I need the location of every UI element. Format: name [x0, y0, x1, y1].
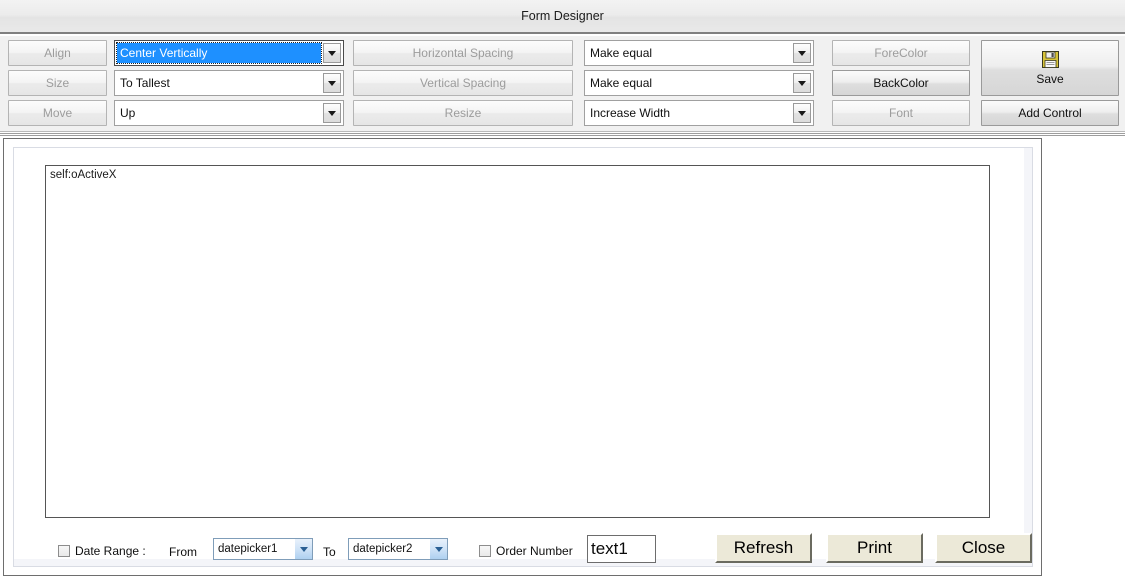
datepicker-from[interactable]: datepicker1: [213, 538, 313, 560]
align-mode-combobox-value: Center Vertically: [116, 42, 322, 64]
order-number-checkbox-label: Order Number: [496, 544, 573, 558]
size-button[interactable]: Size: [8, 70, 107, 96]
order-number-checkbox[interactable]: [479, 545, 491, 557]
vertical-spacing-button[interactable]: Vertical Spacing: [353, 70, 573, 96]
backcolor-button[interactable]: BackColor: [832, 70, 970, 96]
align-mode-combobox[interactable]: Center Vertically: [114, 40, 344, 66]
chevron-down-icon[interactable]: [429, 539, 447, 559]
chevron-down-icon[interactable]: [793, 43, 811, 63]
floppy-disk-save-icon: [1041, 51, 1059, 68]
save-button[interactable]: Save: [981, 40, 1119, 96]
form-controls-strip: Date Range : From datepicker1 To datepic…: [45, 533, 1032, 575]
vertical-spacing-combobox[interactable]: Make equal: [584, 70, 814, 96]
date-range-checkbox[interactable]: [58, 545, 70, 557]
resize-combobox-value: Increase Width: [590, 106, 671, 120]
horizontal-spacing-combobox[interactable]: Make equal: [584, 40, 814, 66]
resize-combobox[interactable]: Increase Width: [584, 100, 814, 126]
print-button[interactable]: Print: [826, 533, 923, 563]
date-range-checkbox-label: Date Range :: [75, 544, 146, 558]
move-button[interactable]: Move: [8, 100, 107, 126]
vertical-spacing-combobox-value: Make equal: [590, 76, 653, 90]
horizontal-spacing-combobox-value: Make equal: [590, 46, 653, 60]
form-surface-right-gutter: [1024, 148, 1032, 566]
date-range-checkbox-row[interactable]: Date Range :: [58, 544, 146, 558]
move-mode-combobox[interactable]: Up: [114, 100, 344, 126]
window-title-bar: Form Designer: [0, 0, 1125, 34]
page-title: Form Designer: [521, 9, 604, 23]
datepicker-to[interactable]: datepicker2: [348, 538, 448, 560]
form-surface[interactable]: self:oActiveX Date Range : From datepick…: [13, 147, 1033, 567]
move-mode-combobox-value: Up: [120, 106, 136, 120]
size-mode-combobox-value: To Tallest: [120, 76, 170, 90]
forecolor-button[interactable]: ForeColor: [832, 40, 970, 66]
chevron-down-icon[interactable]: [793, 103, 811, 123]
from-label: From: [169, 545, 197, 559]
font-button[interactable]: Font: [832, 100, 970, 126]
chevron-down-icon[interactable]: [323, 43, 341, 63]
datepicker-from-value: datepicker1: [218, 543, 278, 555]
order-number-input[interactable]: text1: [587, 535, 656, 563]
add-control-button[interactable]: Add Control: [981, 100, 1119, 126]
activex-control-placeholder[interactable]: self:oActiveX: [45, 165, 990, 518]
refresh-button[interactable]: Refresh: [715, 533, 812, 563]
datepicker-to-value: datepicker2: [353, 543, 413, 555]
designer-toolbar: Align Size Move Center Vertically To Tal…: [0, 36, 1125, 132]
to-label: To: [323, 545, 336, 559]
chevron-down-icon[interactable]: [323, 103, 341, 123]
chevron-down-icon[interactable]: [323, 73, 341, 93]
resize-button[interactable]: Resize: [353, 100, 573, 126]
close-button[interactable]: Close: [935, 533, 1032, 563]
size-mode-combobox[interactable]: To Tallest: [114, 70, 344, 96]
horizontal-spacing-button[interactable]: Horizontal Spacing: [353, 40, 573, 66]
save-button-label: Save: [1036, 72, 1064, 86]
toolbar-divider: [0, 133, 1125, 136]
chevron-down-icon[interactable]: [793, 73, 811, 93]
activex-control-label: self:oActiveX: [50, 169, 117, 181]
align-button[interactable]: Align: [8, 40, 107, 66]
order-number-checkbox-row[interactable]: Order Number: [479, 544, 573, 558]
chevron-down-icon[interactable]: [294, 539, 312, 559]
form-designer-window: Form Designer Align Size Move Center Ver…: [0, 0, 1125, 579]
form-designer-canvas[interactable]: self:oActiveX Date Range : From datepick…: [3, 138, 1042, 576]
